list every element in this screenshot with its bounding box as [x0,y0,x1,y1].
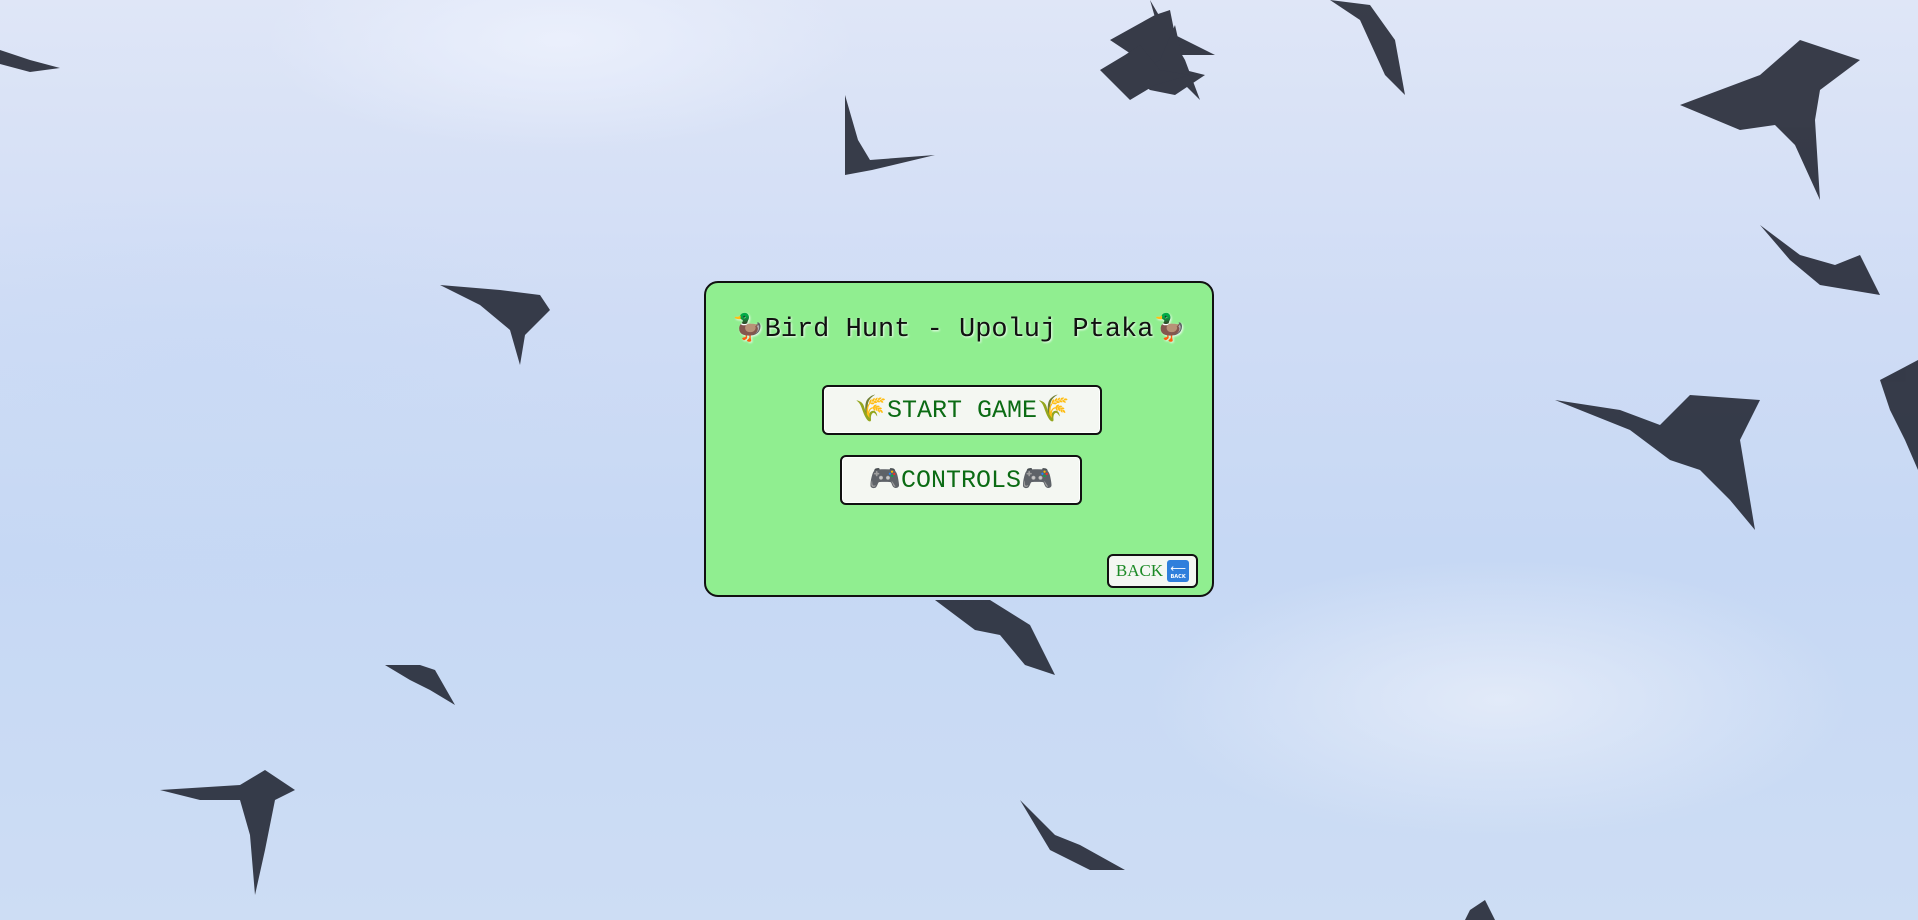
rice-sheaf-icon: 🌾 [854,395,887,425]
bird-silhouette [1880,360,1918,470]
bird-silhouette [1760,225,1880,295]
duck-icon: 🦆 [1153,314,1186,344]
gamepad-icon: 🎮 [868,465,901,495]
start-game-label: START GAME [886,395,1038,425]
bird-silhouette [160,770,295,895]
bird-silhouette [935,600,1055,675]
bird-silhouette [440,285,550,365]
back-button[interactable]: BACK ⟵ BACK [1107,554,1198,588]
back-icon-text: BACK [1170,573,1186,580]
bird-silhouette [1020,800,1125,870]
back-label: BACK [1115,561,1164,580]
bird-silhouette [0,50,60,72]
bird-silhouette [1680,40,1860,200]
duck-icon: 🦆 [732,314,765,344]
controls-label: CONTROLS [900,465,1022,495]
back-arrow-icon: ⟵ BACK [1167,560,1190,582]
game-title: 🦆Bird Hunt - Upoluj Ptaka🦆 [706,315,1212,345]
bird-silhouette [1465,900,1495,920]
rice-sheaf-icon: 🌾 [1037,395,1070,425]
left-arrow-glyph: ⟵ [1170,561,1186,575]
bird-silhouette [845,95,935,175]
bird-silhouette [385,665,455,705]
bird-silhouette [1555,395,1760,530]
start-game-button[interactable]: 🌾 START GAME 🌾 [822,385,1102,435]
gamepad-icon: 🎮 [1021,465,1054,495]
game-title-text: Bird Hunt - Upoluj Ptaka [764,315,1154,345]
bird-silhouette [1330,0,1405,95]
main-menu-panel: 🦆Bird Hunt - Upoluj Ptaka🦆 🌾 START GAME 🌾 … [704,281,1214,597]
controls-button[interactable]: 🎮 CONTROLS 🎮 [840,455,1082,505]
